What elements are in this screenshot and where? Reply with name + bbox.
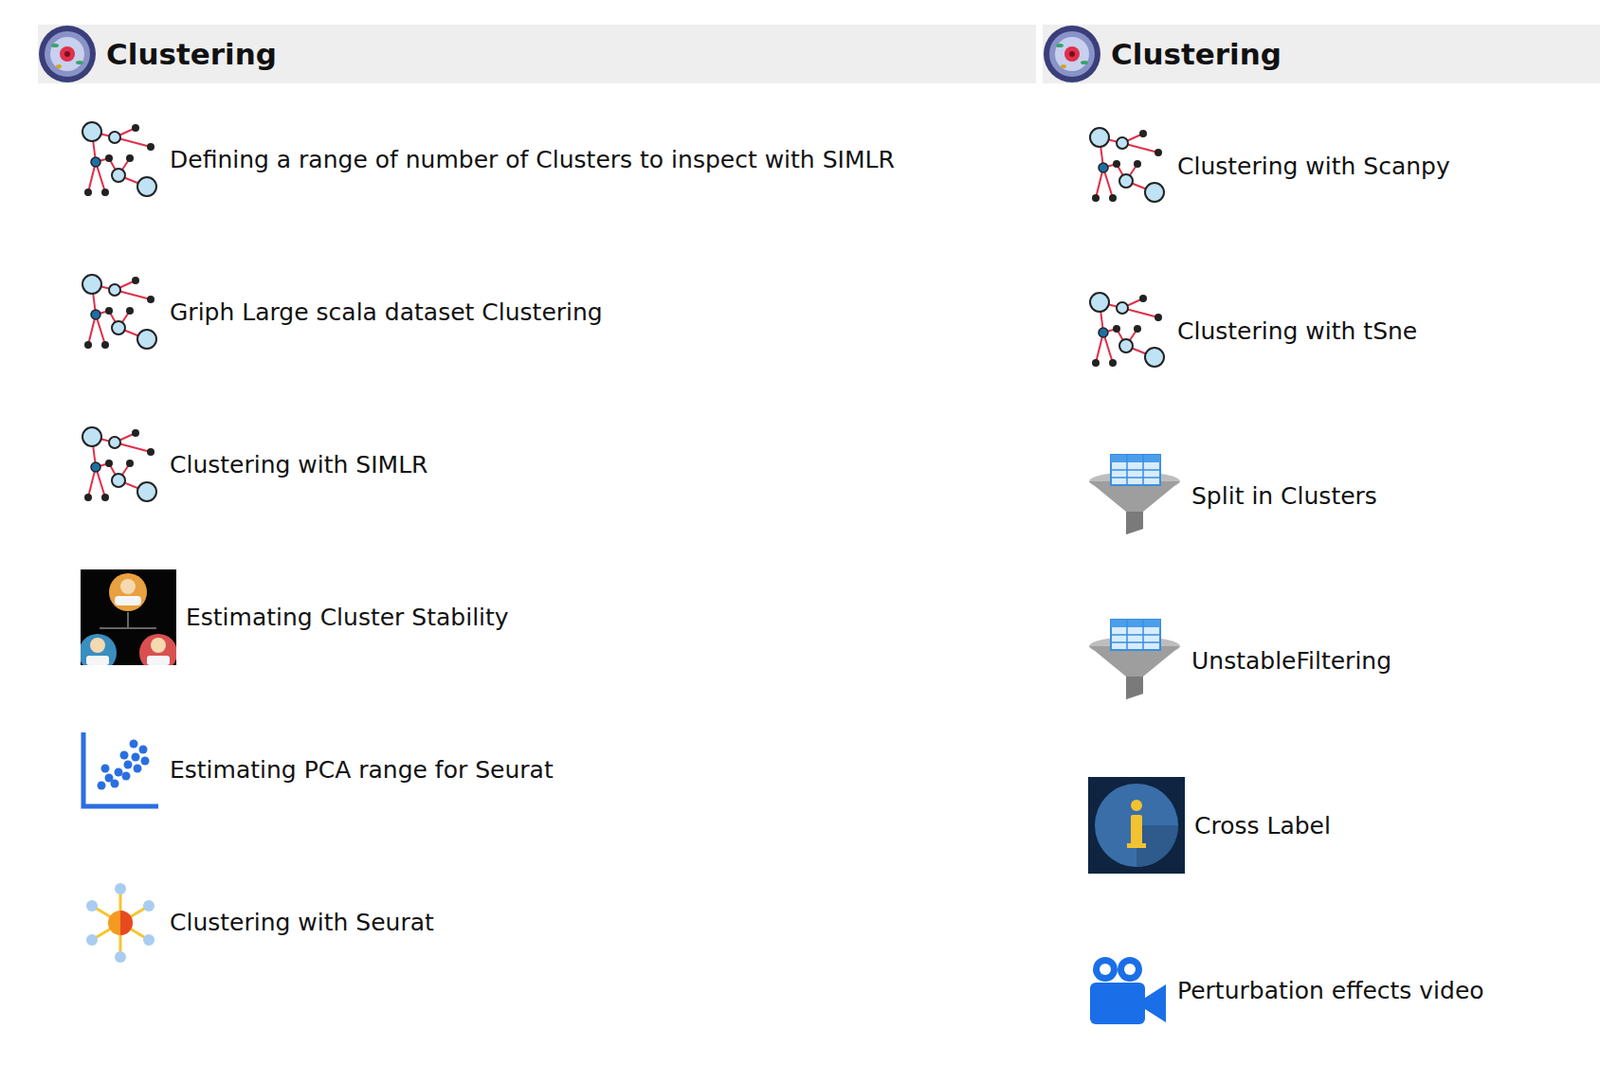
category-header[interactable]: Clustering [37, 24, 1037, 84]
node-icon-box [1088, 777, 1185, 874]
scatter-icon [80, 730, 161, 811]
node-item[interactable]: Cross Label [1088, 743, 1600, 909]
node-label: Estimating Cluster Stability [185, 603, 510, 632]
node-list: Defining a range of number of Clusters t… [37, 83, 1037, 1000]
node-label: UnstableFiltering [1191, 647, 1392, 675]
node-item[interactable]: Defining a range of number of Clusters t… [80, 83, 1037, 237]
node-list: Clustering with Scanpy Clustering with tS… [1042, 83, 1600, 1065]
hub-icon [80, 883, 161, 964]
filter-icon [1088, 453, 1182, 539]
node-icon-box [80, 272, 161, 353]
node-label: Clustering with Seurat [169, 909, 435, 937]
node-icon-box [80, 730, 161, 811]
node-label: Clustering with tSne [1177, 317, 1418, 346]
node-label: Griph Large scala dataset Clustering [169, 298, 603, 327]
category-panel: ClusteringClustering with ScanpyClusteri… [1042, 24, 1600, 1065]
node-label: Clustering with SIMLR [169, 451, 428, 479]
node-item[interactable]: Griph Large scala dataset Clustering [80, 236, 1037, 389]
node-icon-box [1088, 453, 1182, 539]
info-icon [1088, 777, 1185, 874]
node-label: Estimating PCA range for Seurat [169, 756, 554, 784]
category-panel: Clustering Defining a range of number of … [37, 24, 1037, 1065]
node-label: Defining a range of number of Clusters t… [169, 145, 895, 174]
network-icon [80, 120, 161, 200]
cell-icon [37, 24, 97, 84]
node-icon-box [80, 120, 161, 200]
node-item[interactable]: Perturbation effects video [1088, 908, 1600, 1065]
category-title: Clustering [106, 36, 277, 72]
filter-icon [1088, 618, 1182, 704]
page: Clustering Defining a range of number of … [0, 0, 1600, 1065]
node-label: Cross Label [1194, 812, 1331, 840]
category-title: Clustering [1110, 36, 1282, 72]
node-label: Split in Clusters [1191, 482, 1378, 510]
node-item[interactable]: Clustering with tSne [1088, 248, 1600, 414]
network-icon [1088, 126, 1168, 206]
cell-icon [1042, 24, 1102, 84]
node-icon-box [1088, 126, 1168, 206]
node-item[interactable]: UnstableFiltering [1088, 578, 1600, 744]
network-icon [80, 425, 161, 506]
node-item[interactable]: Clustering with SIMLR [80, 388, 1037, 542]
node-item[interactable]: Split in Clusters [1088, 413, 1600, 579]
node-label: Perturbation effects video [1177, 977, 1485, 1005]
node-item[interactable]: Clustering with Scanpy [1088, 83, 1600, 249]
people-icon [80, 569, 177, 666]
video-camera-icon [1088, 954, 1168, 1027]
category-header[interactable]: Clustering [1042, 24, 1600, 84]
node-item[interactable]: Estimating Cluster Stability [80, 541, 1037, 694]
network-icon [80, 272, 161, 353]
node-item[interactable]: Estimating PCA range for Seurat [80, 693, 1037, 847]
network-icon [1088, 290, 1168, 371]
node-label: Clustering with Scanpy [1177, 152, 1451, 181]
node-icon-box [1088, 290, 1168, 371]
node-icon-box [80, 425, 161, 506]
node-item[interactable]: Clustering with Seurat [80, 846, 1037, 1000]
node-icon-box [80, 569, 177, 666]
node-icon-box [1088, 618, 1182, 704]
node-icon-box [80, 883, 161, 964]
node-icon-box [1088, 954, 1168, 1027]
